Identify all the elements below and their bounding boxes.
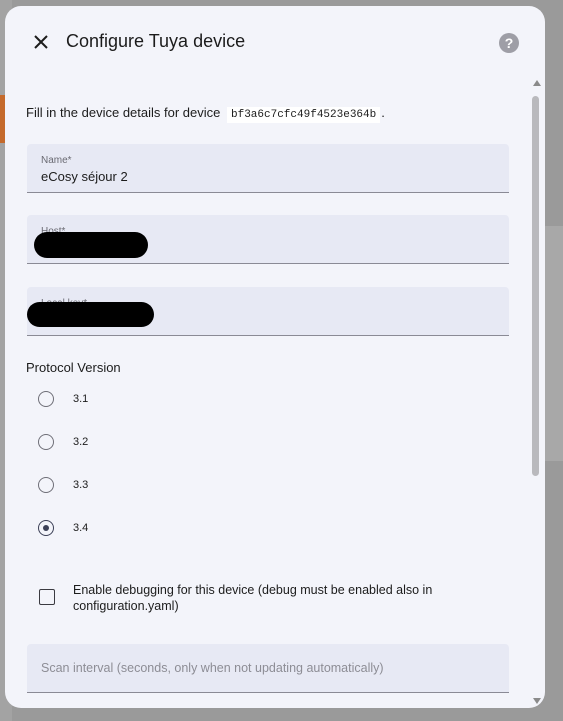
- radio-button[interactable]: [38, 391, 54, 407]
- radio-label: 3.2: [73, 436, 89, 448]
- dialog-content: Fill in the device details for device bf…: [5, 72, 545, 708]
- debug-checkbox-label: Enable debugging for this device (debug …: [73, 583, 433, 613]
- radio-label: 3.3: [73, 479, 89, 491]
- dialog-header: Configure Tuya device ?: [5, 6, 545, 72]
- host-redaction: [34, 232, 148, 258]
- help-circle-icon: ?: [504, 35, 514, 51]
- device-description: Fill in the device details for device bf…: [26, 105, 385, 123]
- debug-checkbox[interactable]: [39, 589, 55, 605]
- radio-button-selected[interactable]: [38, 520, 54, 536]
- radio-button[interactable]: [38, 434, 54, 450]
- close-icon: [34, 35, 48, 49]
- scan-interval-field[interactable]: Scan interval (seconds, only when not up…: [27, 644, 509, 693]
- scroll-thumb[interactable]: [532, 96, 539, 476]
- local-key-redaction: [27, 302, 154, 327]
- description-suffix: .: [381, 105, 385, 120]
- device-id: bf3a6c7cfc49f4523e364b: [227, 107, 381, 123]
- protocol-version-label: Protocol Version: [26, 360, 121, 375]
- configure-dialog: Configure Tuya device ? Fill in the devi…: [5, 6, 545, 708]
- name-field-value: eCosy séjour 2: [41, 169, 128, 184]
- help-button[interactable]: ?: [499, 33, 519, 53]
- scroll-up-arrow-icon[interactable]: [533, 80, 541, 86]
- name-field-label: Name*: [41, 155, 72, 166]
- description-prefix: Fill in the device details for device: [26, 105, 221, 120]
- radio-label: 3.1: [73, 393, 89, 405]
- debug-option[interactable]: Enable debugging for this device (debug …: [39, 582, 509, 618]
- dialog-title: Configure Tuya device: [66, 31, 246, 51]
- radio-button[interactable]: [38, 477, 54, 493]
- scroll-down-arrow-icon[interactable]: [533, 698, 541, 704]
- name-field[interactable]: Name* eCosy séjour 2: [27, 144, 509, 193]
- dialog-scrollbar[interactable]: [532, 80, 541, 708]
- local-key-field[interactable]: Local key*: [27, 287, 509, 336]
- host-field[interactable]: Host*: [27, 215, 509, 264]
- scan-interval-placeholder: Scan interval (seconds, only when not up…: [41, 661, 384, 675]
- close-button[interactable]: [29, 30, 53, 54]
- radio-label: 3.4: [73, 522, 89, 534]
